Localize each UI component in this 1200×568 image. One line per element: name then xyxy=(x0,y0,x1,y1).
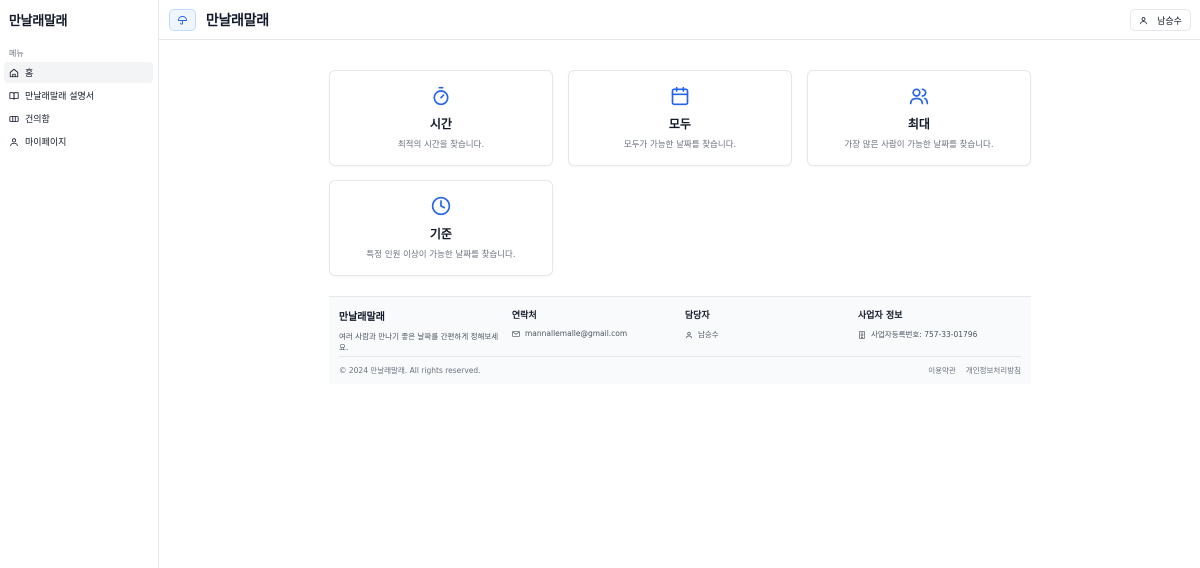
user-icon xyxy=(1140,16,1147,24)
feature-card-threshold[interactable]: 기준 특정 인원 이상이 가능한 날짜를 찾습니다. xyxy=(329,180,553,276)
book-open-icon xyxy=(9,91,19,101)
sidebar-item-label: 마이페이지 xyxy=(25,138,67,148)
footer-business-heading: 사업자 정보 xyxy=(858,311,903,321)
footer-manager-column: 담당자 남승수 xyxy=(685,308,719,340)
sidebar-nav: 홈 만날래말래 설명서 건의함 마이페이지 xyxy=(4,62,153,154)
footer-brand-column: 만날래말래 여러 사람과 만나기 좋은 날짜를 간편하게 정해보세요. xyxy=(339,308,499,353)
footer-business-number: 사업자등록번호: 757-33-01796 xyxy=(858,329,977,340)
privacy-link[interactable]: 개인정보처리방침 xyxy=(966,365,1021,376)
users-icon xyxy=(909,86,929,106)
card-description: 가장 많은 사람이 가능한 날짜를 찾습니다. xyxy=(844,140,994,150)
sidebar-brand[interactable]: 만날래말래 xyxy=(9,10,68,29)
ticket-icon xyxy=(9,114,19,124)
card-title: 시간 xyxy=(429,117,453,131)
sidebar-item-guide[interactable]: 만날래말래 설명서 xyxy=(4,85,153,106)
footer-manager: 남승수 xyxy=(685,329,719,340)
sidebar-item-suggestions[interactable]: 건의함 xyxy=(4,108,153,129)
sidebar-toggle-button[interactable] xyxy=(169,9,196,31)
clock-icon xyxy=(431,196,451,216)
user-icon xyxy=(686,331,692,338)
building-icon xyxy=(859,330,865,339)
footer-business-column: 사업자 정보 사업자등록번호: 757-33-01796 xyxy=(858,308,977,340)
user-icon xyxy=(9,137,19,147)
card-title: 기준 xyxy=(429,227,453,241)
mail-icon xyxy=(512,330,520,337)
feature-card-all[interactable]: 모두 모두가 가능한 날짜를 찾습니다. xyxy=(568,70,792,166)
footer-contact-column: 연락처 mannallemalle@gmail.com xyxy=(512,308,627,338)
page-title: 만날래말래 xyxy=(206,13,269,29)
timer-icon xyxy=(431,86,451,106)
card-title: 최대 xyxy=(907,117,931,131)
top-bar: 만날래말래 남승수 xyxy=(159,0,1200,40)
footer-contact-heading: 연락처 xyxy=(512,311,537,321)
sidebar-item-label: 건의함 xyxy=(25,115,50,125)
footer-copyright: © 2024 만날래말래. All rights reserved. xyxy=(339,366,481,375)
footer: 만날래말래 여러 사람과 만나기 좋은 날짜를 간편하게 정해보세요. 연락처 … xyxy=(329,296,1031,384)
card-description: 최적의 시간을 찾습니다. xyxy=(397,140,485,150)
card-description: 특정 인원 이상이 가능한 날짜를 찾습니다. xyxy=(366,250,516,260)
footer-manager-heading: 담당자 xyxy=(685,311,710,321)
business-number-text: 사업자등록번호: 757-33-01796 xyxy=(871,330,978,339)
user-name: 남승수 xyxy=(1157,16,1182,27)
sidebar-item-home[interactable]: 홈 xyxy=(4,62,153,83)
manager-name: 남승수 xyxy=(698,330,719,339)
footer-tagline: 여러 사람과 만나기 좋은 날짜를 간편하게 정해보세요. xyxy=(339,332,499,352)
footer-contact-email[interactable]: mannallemalle@gmail.com xyxy=(512,329,627,338)
user-menu-button[interactable]: 남승수 xyxy=(1130,9,1191,31)
sidebar-item-mypage[interactable]: 마이페이지 xyxy=(4,131,153,152)
feature-card-time[interactable]: 시간 최적의 시간을 찾습니다. xyxy=(329,70,553,166)
footer-brand: 만날래말래 xyxy=(339,312,385,323)
umbrella-icon xyxy=(177,15,188,25)
email-text: mannallemalle@gmail.com xyxy=(525,329,628,338)
calendar-icon xyxy=(670,86,690,106)
feature-card-max[interactable]: 최대 가장 많은 사람이 가능한 날짜를 찾습니다. xyxy=(807,70,1031,166)
card-title: 모두 xyxy=(668,117,692,131)
terms-link[interactable]: 이용약관 xyxy=(928,365,956,376)
sidebar-item-label: 만날래말래 설명서 xyxy=(25,92,95,102)
menu-section-label: 메뉴 xyxy=(9,49,24,58)
footer-divider xyxy=(339,356,1021,357)
card-description: 모두가 가능한 날짜를 찾습니다. xyxy=(623,140,737,150)
home-icon xyxy=(9,68,19,78)
footer-links: 이용약관 개인정보처리방침 xyxy=(928,365,1021,376)
sidebar-item-label: 홈 xyxy=(25,69,34,79)
sidebar: 만날래말래 메뉴 홈 만날래말래 설명서 건의함 마이페이지 xyxy=(0,0,159,568)
